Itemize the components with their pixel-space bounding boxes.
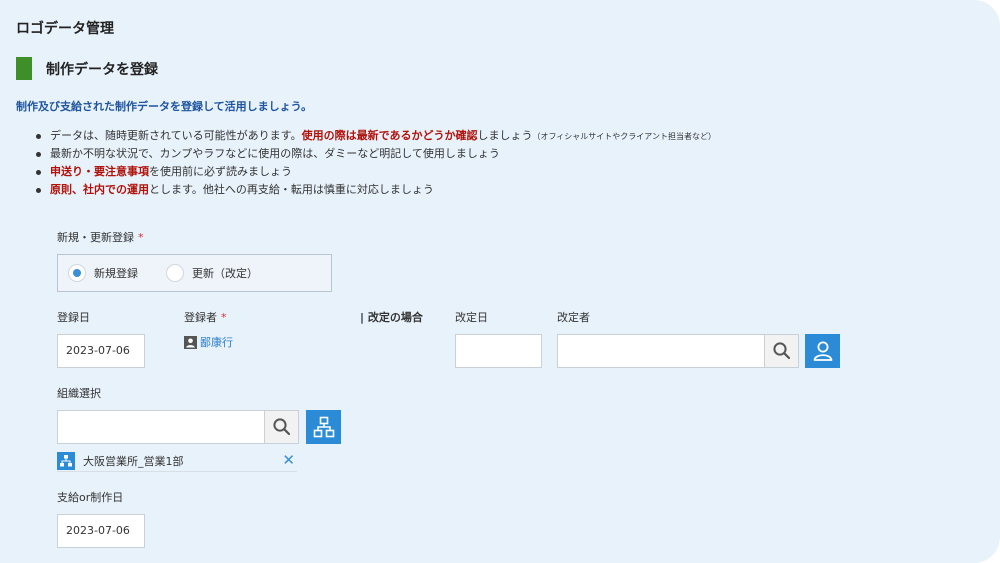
reg-type-label-text: 新規・更新登録 [57, 231, 134, 244]
section-title: 制作データを登録 [46, 62, 158, 78]
org-label: 組織選択 [57, 387, 101, 400]
registrant-chip[interactable]: 鄙康行 [184, 334, 233, 350]
registrant-name[interactable]: 鄙康行 [200, 334, 233, 350]
org-chart-picker-button[interactable] [306, 410, 341, 444]
reg-type-radio-group: 新規登録 更新（改定） [57, 254, 332, 292]
note-text: しましょう [477, 129, 533, 142]
revision-heading-text: 改定の場合 [367, 311, 423, 324]
registrant-label: 登録者 * [184, 309, 227, 325]
revision-date-label: 改定日 [455, 311, 488, 324]
reviser-user-picker-button[interactable] [805, 334, 840, 368]
note-item: 申送り・要注意事項を使用前に必ず読みましょう [36, 163, 716, 181]
revision-date-input[interactable] [455, 334, 542, 368]
radio-update-label[interactable]: 更新（改定） [192, 265, 258, 281]
person-badge-icon [184, 335, 197, 349]
reg-date-input[interactable]: 2023-07-06 [57, 334, 145, 368]
reg-type-label: 新規・更新登録 * [57, 229, 144, 245]
required-mark: * [221, 311, 227, 324]
user-icon [813, 341, 832, 361]
note-emphasis: 使用の際は最新であるかどうか確認 [301, 129, 478, 142]
close-icon[interactable]: ✕ [282, 452, 295, 468]
section-marker [16, 57, 32, 80]
app-title: ロゴデータ管理 [16, 21, 114, 37]
supply-date-label: 支給or制作日 [57, 491, 124, 504]
note-text: 最新か不明な状況で、カンプやラフなどに使用の際は、ダミーなど明記して使用しましょ… [50, 147, 500, 160]
radio-new-label[interactable]: 新規登録 [94, 265, 138, 281]
revision-heading: | 改定の場合 [360, 311, 423, 324]
note-text: を使用前に必ず読みましょう [149, 165, 292, 178]
note-text: データは、随時更新されている可能性があります。 [50, 129, 302, 142]
note-emphasis: 申送り・要注意事項 [50, 165, 149, 178]
supply-date-input[interactable]: 2023-07-06 [57, 514, 145, 548]
reviser-search-button[interactable] [765, 334, 799, 368]
registrant-label-text: 登録者 [184, 311, 217, 324]
lead-text: 制作及び支給された制作データを登録して活用しましょう。 [16, 100, 313, 113]
org-chart-icon [313, 416, 334, 438]
reg-date-label: 登録日 [57, 311, 90, 324]
note-item: 最新か不明な状況で、カンプやラフなどに使用の際は、ダミーなど明記して使用しましょ… [36, 145, 716, 163]
search-icon [772, 342, 790, 360]
notes-list: データは、随時更新されている可能性があります。使用の際は最新であるかどうか確認し… [36, 127, 716, 199]
note-small-text: （オフィシャルサイトやクライアント担当者など） [532, 132, 716, 141]
radio-selected-icon[interactable] [68, 264, 86, 282]
selected-org-name: 大阪営業所_営業1部 [83, 454, 184, 468]
org-chart-icon [57, 451, 75, 470]
app-frame: ロゴデータ管理 制作データを登録 制作及び支給された制作データを登録して活用しま… [0, 0, 1000, 563]
reviser-label: 改定者 [557, 311, 590, 324]
required-mark: * [138, 231, 144, 244]
org-input[interactable] [57, 410, 265, 444]
note-emphasis: 原則、社内での運用 [50, 183, 149, 196]
note-item: データは、随時更新されている可能性があります。使用の際は最新であるかどうか確認し… [36, 127, 716, 145]
note-item: 原則、社内での運用とします。他社への再支給・転用は慎重に対応しましょう [36, 181, 716, 199]
note-text: とします。他社への再支給・転用は慎重に対応しましょう [149, 183, 434, 196]
org-search-button[interactable] [265, 410, 299, 444]
selected-org-chip: 大阪営業所_営業1部 ✕ [57, 450, 297, 472]
reviser-input[interactable] [557, 334, 765, 368]
radio-unselected-icon[interactable] [166, 264, 184, 282]
search-icon [272, 418, 290, 436]
